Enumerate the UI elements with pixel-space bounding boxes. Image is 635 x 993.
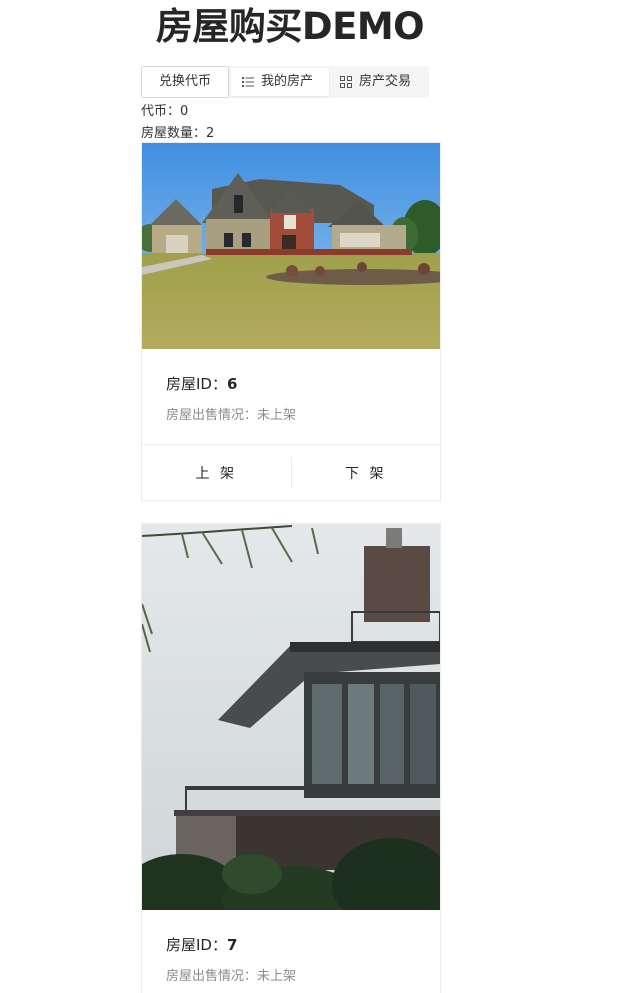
delist-button[interactable]: 下 架 xyxy=(292,463,441,483)
grid-icon xyxy=(340,76,352,88)
list-for-sale-button[interactable]: 上 架 xyxy=(142,463,291,483)
house-card: 房屋ID：7 房屋出售情况：未上架 xyxy=(141,523,441,993)
exchange-token-button[interactable]: 兑换代币 xyxy=(141,66,229,98)
card-actions: 上 架 下 架 xyxy=(142,444,440,500)
house-image xyxy=(142,143,440,349)
coin-balance: 代币：0 xyxy=(141,104,189,119)
page-title: 房屋购买DEMO xyxy=(155,5,425,48)
list-icon xyxy=(242,77,254,87)
house-id: 6 xyxy=(226,375,238,393)
house-title-prefix: 房屋ID： xyxy=(166,936,227,954)
house-title: 房屋ID：7 xyxy=(166,934,416,956)
tab-my-property[interactable]: 我的房产 xyxy=(231,68,329,96)
house-title: 房屋ID：6 xyxy=(166,373,416,395)
tab-my-property-label: 我的房产 xyxy=(261,74,314,89)
house-id: 7 xyxy=(226,936,238,954)
house-image xyxy=(142,524,440,910)
house-title-prefix: 房屋ID： xyxy=(166,375,227,393)
tab-property-trade-label: 房产交易 xyxy=(359,74,412,89)
house-count: 房屋数量：2 xyxy=(141,126,215,141)
tab-property-trade[interactable]: 房产交易 xyxy=(329,68,429,96)
house-card: 房屋ID：6 房屋出售情况：未上架 上 架 下 架 xyxy=(141,142,441,501)
toolbar: 兑换代币 我的房产 房产交易 xyxy=(141,66,429,98)
house-sale-status: 房屋出售情况：未上架 xyxy=(166,969,297,984)
house-sale-status: 房屋出售情况：未上架 xyxy=(166,408,297,423)
